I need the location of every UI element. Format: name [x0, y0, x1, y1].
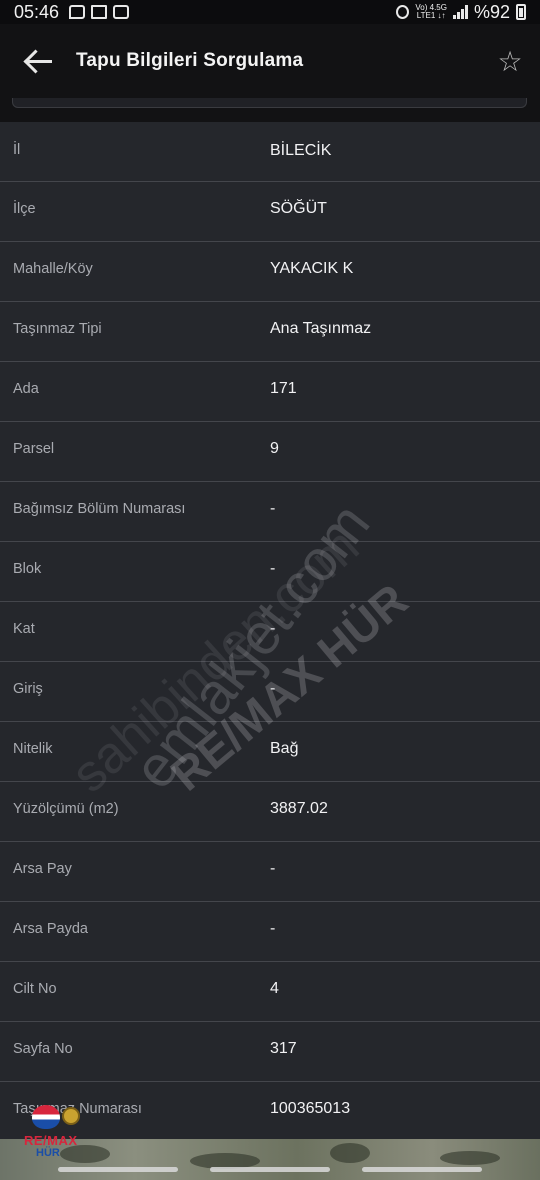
- row-value: 3887.02: [270, 800, 328, 817]
- row-value: BİLECİK: [270, 142, 332, 159]
- row-value: -: [270, 500, 276, 517]
- row-label: Ada: [13, 381, 39, 397]
- remax-logo: RE/MAX HÜR: [24, 1103, 84, 1163]
- row-label: Sayfa No: [13, 1041, 73, 1057]
- info-row-yuzolcumu: Yüzölçümü (m2) 3887.02: [0, 782, 540, 842]
- row-value: YAKACIK K: [270, 260, 354, 277]
- row-label: Taşınmaz Tipi: [13, 321, 102, 337]
- info-row-il: İl BİLECİK: [0, 122, 540, 182]
- row-label: Mahalle/Köy: [13, 261, 93, 277]
- info-row-nitelik: Nitelik Bağ: [0, 722, 540, 782]
- info-row-parsel: Parsel 9: [0, 422, 540, 482]
- network-bottom: LTE1 ↓↑: [416, 11, 446, 20]
- info-row-cilt-no: Cilt No 4: [0, 962, 540, 1022]
- info-row-ilce: İlçe SÖĞÜT: [0, 182, 540, 242]
- row-label: Cilt No: [13, 981, 57, 997]
- info-row-tasinmaz-tipi: Taşınmaz Tipi Ana Taşınmaz: [0, 302, 540, 362]
- row-label: Giriş: [13, 681, 43, 697]
- row-label: Arsa Pay: [13, 861, 72, 877]
- row-label: Nitelik: [13, 741, 53, 757]
- row-value: Ana Taşınmaz: [270, 320, 372, 337]
- balloon-icon: [32, 1105, 60, 1129]
- row-label: Kat: [13, 621, 35, 637]
- row-value: 9: [270, 440, 279, 457]
- info-row-giris: Giriş -: [0, 662, 540, 722]
- favorite-button[interactable]: ☆: [480, 24, 540, 98]
- row-value: 317: [270, 1040, 297, 1057]
- row-label: Bağımsız Bölüm Numarası: [13, 501, 186, 517]
- row-value: -: [270, 920, 276, 937]
- row-value: -: [270, 620, 276, 637]
- star-outline-icon: ☆: [497, 45, 523, 77]
- seal-icon: [62, 1107, 80, 1125]
- network-indicator: Vo) 4.5G LTE1 ↓↑: [415, 4, 447, 20]
- row-value: SÖĞÜT: [270, 200, 327, 217]
- info-row-arsa-pay: Arsa Pay -: [0, 842, 540, 902]
- logo-sub: HÜR: [36, 1147, 60, 1159]
- info-row-ada: Ada 171: [0, 362, 540, 422]
- info-row-arsa-payda: Arsa Payda -: [0, 902, 540, 962]
- status-bar: 05:46 Vo) 4.5G LTE1 ↓↑ %92: [0, 0, 540, 24]
- gesture-nav-bar: [0, 1167, 540, 1173]
- status-right: Vo) 4.5G LTE1 ↓↑ %92: [396, 2, 526, 23]
- property-info-list: İl BİLECİK İlçe SÖĞÜT Mahalle/Köy YAKACIK K…: [0, 122, 540, 1142]
- row-value: Bağ: [270, 740, 299, 757]
- notification-icons: [69, 5, 130, 19]
- info-row-bagimsiz-bolum: Bağımsız Bölüm Numarası -: [0, 482, 540, 542]
- info-row-kat: Kat -: [0, 602, 540, 662]
- row-value: 171: [270, 380, 297, 397]
- row-label: Blok: [13, 561, 42, 577]
- page-title: Tapu Bilgileri Sorgulama: [76, 50, 304, 71]
- row-value: -: [270, 860, 276, 877]
- info-row-blok: Blok -: [0, 542, 540, 602]
- status-time: 05:46: [14, 1, 60, 22]
- logo-brand: RE/MAX: [24, 1133, 78, 1148]
- row-value: -: [270, 680, 276, 697]
- collapsed-card: [12, 98, 527, 108]
- message-icon: [69, 5, 86, 19]
- row-label: Yüzölçümü (m2): [13, 801, 119, 817]
- battery-icon: [516, 4, 526, 20]
- row-label: Parsel: [13, 441, 55, 457]
- row-label: Arsa Payda: [13, 921, 88, 937]
- app-bar: Tapu Bilgileri Sorgulama ☆: [0, 24, 540, 98]
- mail-icon: [91, 5, 108, 19]
- arrow-left-icon: [24, 50, 52, 72]
- alarm-icon: [396, 5, 410, 19]
- info-row-sayfa-no: Sayfa No 317: [0, 1022, 540, 1082]
- info-row-mahalle: Mahalle/Köy YAKACIK K: [0, 242, 540, 302]
- app-notification-icon: [113, 5, 130, 19]
- collapsed-card-area: [0, 98, 540, 122]
- signal-icon: [452, 5, 468, 19]
- row-label: İl: [13, 142, 21, 158]
- row-value: 100365013: [270, 1100, 351, 1117]
- row-value: -: [270, 560, 276, 577]
- row-value: 4: [270, 980, 279, 997]
- battery-percent: %92: [473, 1, 510, 22]
- row-label: İlçe: [13, 201, 36, 217]
- back-button[interactable]: [0, 24, 76, 98]
